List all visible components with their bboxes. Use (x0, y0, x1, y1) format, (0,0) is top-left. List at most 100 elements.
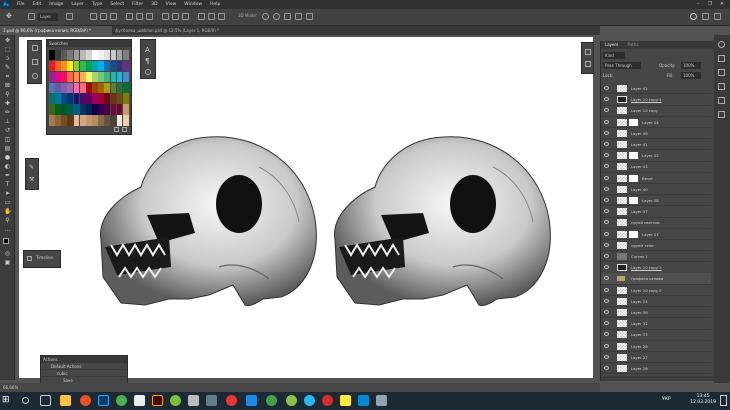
swatch[interactable] (122, 104, 129, 115)
swatch[interactable] (110, 50, 117, 61)
swatch[interactable] (85, 104, 92, 115)
swatch[interactable] (92, 60, 98, 72)
distribute-top-icon[interactable] (162, 13, 169, 20)
swatch[interactable] (92, 50, 98, 61)
visibility-eye-icon[interactable] (604, 242, 609, 247)
swatch[interactable] (85, 115, 92, 126)
swatch[interactable] (110, 82, 117, 94)
swatch[interactable] (61, 71, 68, 83)
swatch[interactable] (79, 115, 86, 126)
visibility-eye-icon[interactable] (604, 97, 609, 102)
delete-swatch-icon[interactable] (122, 127, 127, 132)
swatch[interactable] (49, 93, 55, 104)
swatch[interactable] (104, 82, 111, 94)
swatch[interactable] (49, 82, 55, 94)
lasso-tool-icon[interactable]: ↄ (4, 56, 11, 62)
quick-mask-icon[interactable]: ◎ (4, 251, 11, 257)
brushes-icon[interactable]: ⚒ (29, 176, 34, 183)
swatch[interactable] (98, 71, 104, 83)
layer-row[interactable]: Layer 10 copy 2 (601, 285, 711, 296)
eraser-tool-icon[interactable]: ◫ (4, 137, 11, 143)
swatch[interactable] (122, 71, 129, 83)
app-icon-8[interactable] (286, 395, 297, 406)
quick-select-tool-icon[interactable]: ✎ (4, 65, 11, 71)
layer-row[interactable]: Layer 42 (601, 150, 711, 162)
layer-row[interactable]: Layer 36 (601, 307, 711, 319)
color-icon[interactable] (32, 59, 38, 65)
visibility-eye-icon[interactable] (604, 343, 609, 348)
swatch[interactable] (98, 82, 104, 94)
align-hcenter-icon[interactable] (136, 13, 143, 20)
rectangle-tool-icon[interactable]: ▭ (4, 200, 11, 206)
menu-item-edit[interactable]: Edit (29, 2, 46, 7)
swatch[interactable] (122, 60, 129, 72)
swatch[interactable] (104, 60, 111, 72)
visibility-eye-icon[interactable] (604, 332, 609, 337)
visibility-eye-icon[interactable] (604, 231, 609, 236)
app-icon-4[interactable] (206, 395, 217, 406)
swatch[interactable] (98, 60, 104, 72)
swatch[interactable] (85, 93, 92, 104)
app-icon-1[interactable] (134, 395, 145, 406)
layer-row[interactable]: Layer 26 (601, 363, 711, 374)
3d-slide-icon[interactable] (295, 13, 302, 20)
gradients-panel-icon[interactable] (718, 69, 725, 76)
workspace-icon[interactable] (702, 13, 709, 20)
swatch[interactable] (110, 104, 117, 115)
app-icon-7[interactable] (266, 395, 277, 406)
3d-roll-icon[interactable] (273, 13, 280, 20)
visibility-eye-icon[interactable] (604, 164, 609, 169)
maximize-button[interactable]: ❐ (704, 0, 716, 9)
swatch[interactable] (116, 60, 123, 72)
brush-settings-icon[interactable]: ✎ (29, 164, 34, 171)
swatch[interactable] (55, 82, 61, 94)
path-select-tool-icon[interactable]: ➤ (4, 191, 11, 197)
tab-paths[interactable]: Paths (624, 42, 643, 47)
timeline-label[interactable]: Timeline (36, 255, 53, 260)
swatch[interactable] (92, 115, 98, 126)
taskbar-clock[interactable]: 13:45 12.03.2019 (690, 394, 716, 406)
swatch[interactable] (92, 71, 98, 83)
adjustments-icon[interactable] (32, 73, 38, 79)
visibility-eye-icon[interactable] (604, 119, 609, 124)
tab-3psd[interactable]: 3.psd @ 66,6% (графика копия, RGB/8#) * (0, 26, 112, 35)
swatch[interactable] (67, 93, 74, 104)
layer-row[interactable]: Layer 42 (601, 83, 711, 95)
character-icon[interactable]: A (145, 46, 150, 54)
close-button[interactable]: ✕ (716, 0, 728, 9)
visibility-eye-icon[interactable] (604, 86, 609, 90)
swatch[interactable] (55, 71, 61, 83)
zoom-level[interactable]: 66,66% (3, 385, 18, 390)
task-view-icon[interactable] (40, 395, 51, 406)
swatch[interactable] (85, 82, 92, 94)
swatch[interactable] (116, 82, 123, 94)
swatch[interactable] (79, 104, 86, 115)
swatch[interactable] (61, 50, 68, 61)
blur-tool-icon[interactable]: ● (4, 155, 11, 161)
swatch[interactable] (55, 115, 61, 126)
swatch[interactable] (61, 115, 68, 126)
swatch[interactable] (79, 93, 86, 104)
visibility-eye-icon[interactable] (604, 276, 609, 281)
align-left-icon[interactable] (126, 13, 133, 20)
layer-row[interactable]: Layer 37 (601, 206, 711, 218)
properties-icon[interactable] (585, 49, 591, 55)
move-tool-icon[interactable]: ✥ (6, 12, 13, 20)
brush-tool-icon[interactable]: ✏ (4, 110, 11, 116)
app-icon-3[interactable] (188, 395, 199, 406)
layer-row[interactable]: Layer 46 (601, 128, 711, 140)
swatch[interactable] (49, 60, 55, 72)
search-icon[interactable] (22, 397, 29, 404)
visibility-eye-icon[interactable] (604, 198, 609, 202)
swatch[interactable] (98, 93, 104, 104)
visibility-eye-icon[interactable] (604, 265, 609, 270)
layer-row[interactable]: Layer 47 (601, 229, 711, 240)
swatch[interactable] (67, 71, 74, 83)
3d-rotate-icon[interactable] (262, 13, 269, 20)
visibility-eye-icon[interactable] (604, 254, 609, 258)
swatch[interactable] (55, 60, 61, 72)
more-tools-icon[interactable]: … (4, 227, 11, 233)
pen-tool-icon[interactable]: ✒ (4, 173, 11, 179)
search-icon[interactable] (690, 13, 697, 20)
3d-scale-icon[interactable] (306, 13, 313, 20)
